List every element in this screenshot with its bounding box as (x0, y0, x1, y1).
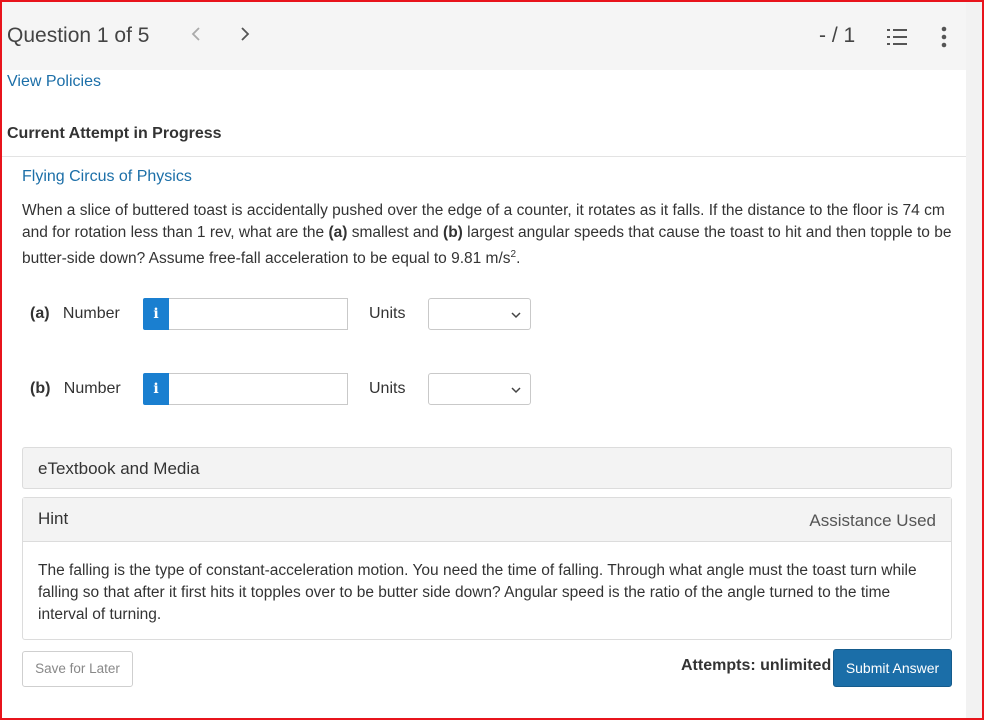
part-b-units-select[interactable] (428, 373, 531, 405)
scroll-gutter (966, 2, 982, 718)
hint-header[interactable]: Hint Assistance Used (23, 498, 951, 542)
view-policies-link[interactable]: View Policies (7, 73, 101, 91)
question-header: Question 1 of 5 - / 1 (2, 2, 966, 70)
chevron-down-icon (510, 308, 522, 320)
part-a-label: (a) Number (30, 305, 120, 322)
part-b-number-input[interactable] (169, 373, 348, 405)
question-counter: Question 1 of 5 (7, 24, 150, 47)
part-b-label: (b) Number (30, 380, 121, 397)
question-text: When a slice of buttered toast is accide… (22, 202, 952, 268)
score-display: - / 1 (819, 24, 856, 47)
chevron-down-icon (510, 383, 522, 395)
part-b-info-icon[interactable]: i (143, 373, 169, 405)
submit-answer-button[interactable]: Submit Answer (833, 649, 952, 687)
part-a-info-icon[interactable]: i (143, 298, 169, 330)
etextbook-label: eTextbook and Media (38, 459, 200, 478)
chevron-right-icon[interactable] (234, 22, 256, 50)
hint-panel: Hint Assistance Used The falling is the … (22, 497, 952, 640)
more-vertical-icon[interactable] (936, 24, 952, 50)
assistance-used-status: Assistance Used (809, 511, 936, 530)
part-a-units-select[interactable] (428, 298, 531, 330)
chevron-left-icon[interactable] (185, 22, 207, 50)
question-list-icon[interactable] (886, 26, 908, 48)
etextbook-media-panel[interactable]: eTextbook and Media (22, 447, 952, 489)
part-a-units-label: Units (369, 305, 406, 322)
save-for-later-button[interactable]: Save for Later (22, 651, 133, 687)
subject-link[interactable]: Flying Circus of Physics (22, 168, 192, 186)
attempt-status-heading: Current Attempt in Progress (7, 125, 222, 142)
hint-text: The falling is the type of constant-acce… (38, 562, 917, 623)
attempts-count: Attempts: unlimited (681, 657, 832, 674)
divider (2, 156, 966, 157)
hint-title: Hint (38, 509, 69, 528)
part-b-units-label: Units (369, 380, 406, 397)
part-a-number-input[interactable] (169, 298, 348, 330)
